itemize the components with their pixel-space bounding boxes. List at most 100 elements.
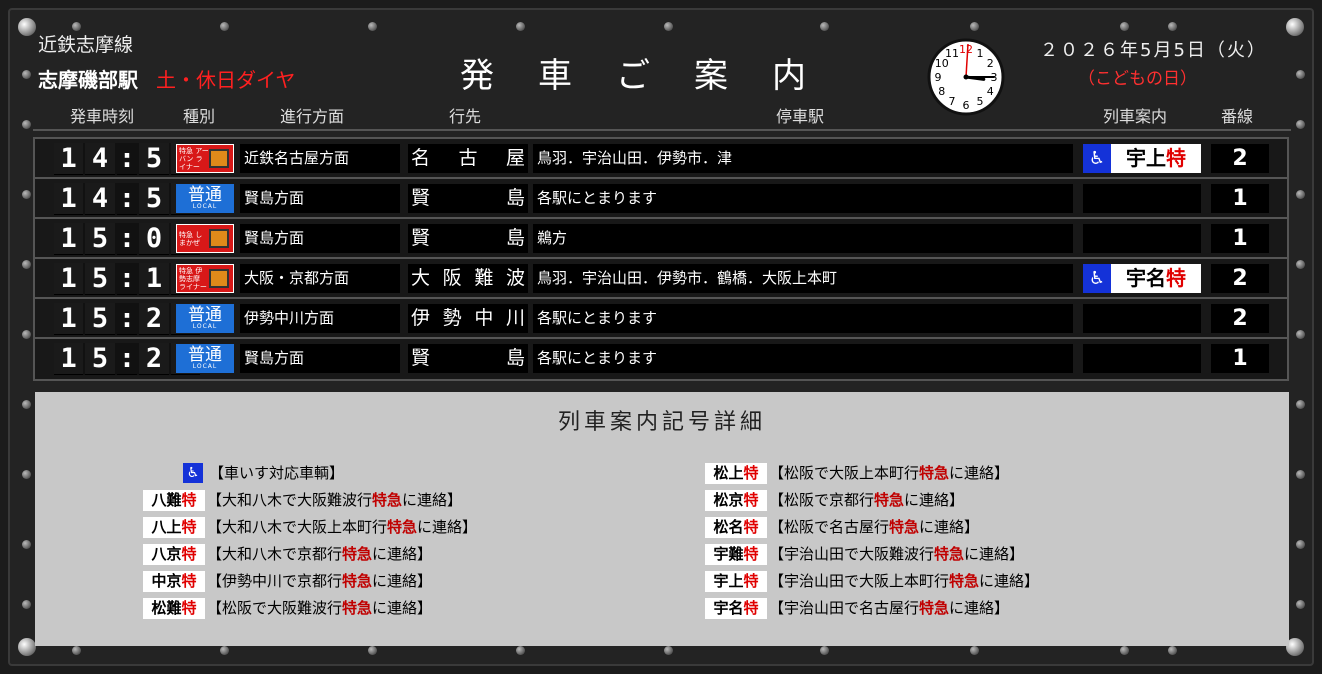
legend-text: 【大和八木で大阪上本町行 xyxy=(207,518,388,536)
departure-table: 14:51特急 アーバン ライナー近鉄名古屋方面名古屋鳥羽．宇治山田．伊勢市．津… xyxy=(33,137,1289,381)
rivet xyxy=(1120,646,1129,655)
time-digit: : xyxy=(116,223,138,255)
time-digit: : xyxy=(116,143,138,175)
destination-char: 名 xyxy=(411,147,431,169)
symbol-char: 松 xyxy=(713,463,729,482)
legend-item: 松難特 【松阪で大阪難波行 特急 に連絡】 xyxy=(143,597,432,619)
symbol-char: 上 xyxy=(728,463,744,482)
connection-symbol: 宇名特 xyxy=(705,597,767,619)
connection-symbol: 松名特 xyxy=(705,516,767,538)
legend-text: 特急 xyxy=(342,599,373,617)
legend-item: 宇難特 【宇治山田で大阪難波行 特急 に連絡】 xyxy=(705,543,1024,565)
rivet xyxy=(1296,70,1305,79)
time-digit: : xyxy=(116,263,138,295)
symbol-char: 上 xyxy=(728,571,744,590)
connection-symbol: 中京特 xyxy=(143,570,205,592)
rivet xyxy=(22,330,31,339)
track-number: 2 xyxy=(1211,264,1269,293)
train-type-label: 特急 アーバン ライナー xyxy=(179,146,209,171)
rivet xyxy=(22,470,31,479)
clock-numeral: 12 xyxy=(959,43,973,56)
stopping-stations: 鳥羽．宇治山田．伊勢市．鶴橋．大阪上本町 xyxy=(533,264,1073,293)
time-digit: 2 xyxy=(139,303,169,335)
connection-char: 宇 xyxy=(1126,146,1146,170)
col-departure-time: 発車時刻 xyxy=(70,107,135,126)
direction: 近鉄名古屋方面 xyxy=(240,144,400,173)
train-type-sub: LOCAL xyxy=(192,363,218,370)
legend-text: に連絡】 xyxy=(417,518,478,536)
corner-bolt xyxy=(18,18,36,36)
track-number: 1 xyxy=(1211,224,1269,253)
train-image-icon xyxy=(209,149,229,168)
destination-char: 島 xyxy=(505,227,525,249)
destination-char: 島 xyxy=(505,347,525,369)
date-display: ２０２６年5月5日（火） xyxy=(1040,40,1267,61)
symbol-char: 京 xyxy=(166,544,182,563)
legend-text: に連絡】 xyxy=(372,545,433,563)
direction: 賢島方面 xyxy=(240,344,400,373)
symbol-char: 八 xyxy=(151,490,167,509)
symbol-char: 特 xyxy=(181,571,197,590)
station-name: 志摩磯部駅 xyxy=(38,68,138,92)
symbol-char: 八 xyxy=(151,517,167,536)
wheelchair-icon: ♿ xyxy=(1083,264,1111,293)
rivet xyxy=(1296,330,1305,339)
train-guide xyxy=(1083,184,1201,213)
rivet xyxy=(970,646,979,655)
stopping-stations: 各駅にとまります xyxy=(533,184,1073,213)
symbol-char: 京 xyxy=(166,571,182,590)
rivet xyxy=(22,540,31,549)
time-digit: 1 xyxy=(54,303,84,335)
legend-item: 八上特 【大和八木で大阪上本町行 特急 に連絡】 xyxy=(143,516,477,538)
rivet xyxy=(22,400,31,409)
legend-text: に連絡】 xyxy=(372,572,433,590)
rivet xyxy=(22,70,31,79)
legend-text: 特急 xyxy=(874,491,905,509)
symbol-char: 特 xyxy=(181,490,197,509)
symbol-char: 中 xyxy=(151,571,167,590)
wheelchair-icon: ♿ xyxy=(183,463,203,483)
time-digit: 4 xyxy=(85,143,115,175)
line-name: 近鉄志摩線 xyxy=(38,34,134,56)
clock-numeral: 2 xyxy=(987,57,994,70)
train-guide xyxy=(1083,344,1201,373)
legend-text: 【宇治山田で名古屋行 xyxy=(769,599,920,617)
legend-text: 【宇治山田で大阪難波行 xyxy=(769,545,935,563)
connection-symbol: 八上特 xyxy=(143,516,205,538)
time-digit: 5 xyxy=(85,263,115,295)
legend-item: 八難特 【大和八木で大阪難波行 特急 に連絡】 xyxy=(143,489,462,511)
destination-char: 阪 xyxy=(442,267,462,289)
train-guide xyxy=(1083,304,1201,333)
time-digit: 1 xyxy=(54,143,84,175)
legend-item: 中京特 【伊勢中川で京都行 特急 に連絡】 xyxy=(143,570,432,592)
symbol-char: 京 xyxy=(728,490,744,509)
time-digit: 0 xyxy=(139,223,169,255)
connection-char: 上 xyxy=(1146,146,1166,170)
connection-symbol: 松上特 xyxy=(705,462,767,484)
time-digit: 5 xyxy=(139,183,169,215)
clock-numeral: 5 xyxy=(977,95,984,108)
destination-char: 賢 xyxy=(411,187,431,209)
legend-text: 【松阪で大阪上本町行 xyxy=(769,464,920,482)
destination: 名古屋 xyxy=(408,144,528,173)
legend-text: に連絡】 xyxy=(372,599,433,617)
connection-char: 特 xyxy=(1166,266,1186,290)
connection-symbol: 松難特 xyxy=(143,597,205,619)
train-type-limited-express: 特急 伊勢志摩 ライナー xyxy=(176,264,234,293)
rivet xyxy=(368,22,377,31)
legend-text: 【大和八木で大阪難波行 xyxy=(207,491,373,509)
connection-symbol: 松京特 xyxy=(705,489,767,511)
symbol-char: 難 xyxy=(166,598,182,617)
legend-text: 【松阪で京都行 xyxy=(769,491,875,509)
train-type-label: 特急 伊勢志摩 ライナー xyxy=(179,266,207,291)
destination: 賢島 xyxy=(408,184,528,213)
train-guide xyxy=(1083,224,1201,253)
legend-text: 【宇治山田で大阪上本町行 xyxy=(769,572,950,590)
stopping-stations: 鳥羽．宇治山田．伊勢市．津 xyxy=(533,144,1073,173)
col-train-type: 種別 xyxy=(183,107,216,126)
legend-text: 特急 xyxy=(949,572,980,590)
legend-item: 宇上特 【宇治山田で大阪上本町行 特急 に連絡】 xyxy=(705,570,1039,592)
symbol-char: 松 xyxy=(713,517,729,536)
train-type-limited-express: 特急 アーバン ライナー xyxy=(176,144,234,173)
legend-text: 特急 xyxy=(919,464,950,482)
